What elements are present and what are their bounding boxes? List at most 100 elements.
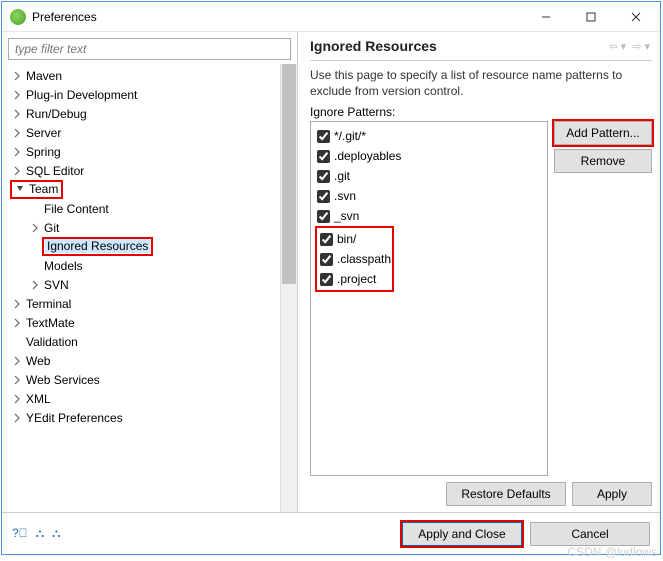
chevron-right-icon[interactable] (10, 413, 24, 423)
highlight-box: Ignored Resources (42, 237, 153, 256)
chevron-right-icon[interactable] (28, 223, 42, 233)
chevron-right-icon[interactable] (28, 280, 42, 290)
pattern-checkbox[interactable] (317, 130, 330, 143)
tree-item-sql-editor[interactable]: SQL Editor (6, 161, 297, 180)
tree-item-ignored-resources[interactable]: Ignored Resources (6, 237, 297, 256)
tree-scrollbar[interactable] (280, 64, 297, 512)
pattern-checkbox[interactable] (317, 190, 330, 203)
tree-item-label: File Content (42, 202, 111, 216)
close-button[interactable] (613, 3, 658, 31)
pattern-checkbox[interactable] (320, 253, 333, 266)
pattern-item[interactable]: .git (315, 166, 543, 186)
tree-item-terminal[interactable]: Terminal (6, 294, 297, 313)
tree-item-label: TextMate (24, 316, 77, 330)
tree-item-maven[interactable]: Maven (6, 66, 297, 85)
forward-icon[interactable]: ⇨ ▾ (630, 40, 652, 53)
patterns-listbox[interactable]: */.git/*.deployables .git .svn _svn bin/ .cla… (310, 121, 548, 476)
tree-item-label: Plug-in Development (24, 88, 139, 102)
tree-item-team[interactable]: Team (6, 180, 297, 199)
right-pane: Ignored Resources ⇦ ▾ ⇨ ▾ Use this page … (298, 32, 660, 512)
tree-item-label: Validation (24, 335, 80, 349)
tree-item-label: SVN (42, 278, 71, 292)
pattern-label: _svn (334, 209, 359, 223)
tree-item-label: Web (24, 354, 52, 368)
tree-item-git[interactable]: Git (6, 218, 297, 237)
import-icon[interactable]: ⛬ (36, 526, 44, 541)
tree-item-label: YEdit Preferences (24, 411, 125, 425)
chevron-right-icon[interactable] (10, 299, 24, 309)
tree-item-run-debug[interactable]: Run/Debug (6, 104, 297, 123)
pattern-item[interactable]: */.git/* (315, 126, 543, 146)
chevron-right-icon[interactable] (10, 394, 24, 404)
tree-item-label: Spring (24, 145, 63, 159)
chevron-right-icon[interactable] (10, 128, 24, 138)
help-icon[interactable]: ?⃝ (12, 526, 28, 541)
chevron-down-icon[interactable] (13, 183, 27, 193)
pattern-item[interactable]: .deployables (315, 146, 543, 166)
pattern-label: bin/ (337, 232, 356, 246)
tree-item-label: Server (24, 126, 63, 140)
tree-item-label: Web Services (24, 373, 102, 387)
chevron-right-icon[interactable] (10, 90, 24, 100)
maximize-button[interactable] (568, 3, 613, 31)
pattern-item[interactable]: .project (318, 269, 391, 289)
cancel-button[interactable]: Cancel (530, 522, 650, 546)
tree-item-svn[interactable]: SVN (6, 275, 297, 294)
tree-item-yedit-preferences[interactable]: YEdit Preferences (6, 408, 297, 427)
tree-item-web[interactable]: Web (6, 351, 297, 370)
tree-item-label: Run/Debug (24, 107, 89, 121)
pattern-item[interactable]: bin/ (318, 229, 391, 249)
preferences-window: Preferences MavenPlug-in DevelopmentRun/… (1, 1, 661, 555)
filter-input[interactable] (8, 38, 291, 60)
preferences-tree[interactable]: Maven Plug-in Development Run/Debug Server S… (2, 64, 297, 512)
pattern-checkbox[interactable] (317, 210, 330, 223)
chevron-right-icon[interactable] (10, 147, 24, 157)
tree-item-label: SQL Editor (24, 164, 86, 178)
pattern-checkbox[interactable] (317, 150, 330, 163)
remove-button[interactable]: Remove (554, 149, 652, 173)
app-icon (10, 9, 26, 25)
panel-title: Ignored Resources (310, 38, 606, 54)
export-icon[interactable]: ⛬ (52, 526, 60, 541)
dialog-body: Maven Plug-in Development Run/Debug Server S… (2, 32, 660, 512)
pattern-label: .git (334, 169, 350, 183)
panel-description: Use this page to specify a list of resou… (310, 67, 652, 99)
chevron-right-icon[interactable] (10, 109, 24, 119)
pattern-item[interactable]: .classpath (318, 249, 391, 269)
pattern-checkbox[interactable] (317, 170, 330, 183)
tree-item-label: Models (42, 259, 85, 273)
chevron-right-icon[interactable] (10, 375, 24, 385)
tree-item-server[interactable]: Server (6, 123, 297, 142)
tree-item-spring[interactable]: Spring (6, 142, 297, 161)
minimize-button[interactable] (523, 3, 568, 31)
pattern-item[interactable]: _svn (315, 206, 543, 226)
chevron-right-icon[interactable] (10, 166, 24, 176)
footer-icons: ?⃝ ⛬ ⛬ (12, 526, 61, 541)
pattern-item[interactable]: .svn (315, 186, 543, 206)
left-pane: Maven Plug-in Development Run/Debug Server S… (2, 32, 298, 512)
tree-item-label: Team (27, 182, 60, 196)
apply-button[interactable]: Apply (572, 482, 652, 506)
tree-item-plug-in-development[interactable]: Plug-in Development (6, 85, 297, 104)
tree-item-textmate[interactable]: TextMate (6, 313, 297, 332)
tree-item-file-content[interactable]: File Content (6, 199, 297, 218)
scrollbar-thumb[interactable] (282, 64, 296, 284)
tree-item-label: Git (42, 221, 61, 235)
add-pattern-button[interactable]: Add Pattern... (554, 121, 652, 145)
pattern-checkbox[interactable] (320, 233, 333, 246)
tree-item-xml[interactable]: XML (6, 389, 297, 408)
nav-arrows: ⇦ ▾ ⇨ ▾ (606, 40, 652, 53)
pattern-label: .project (337, 272, 376, 286)
panel-footer: Restore Defaults Apply (310, 476, 652, 506)
chevron-right-icon[interactable] (10, 356, 24, 366)
chevron-right-icon[interactable] (10, 71, 24, 81)
back-icon[interactable]: ⇦ ▾ (606, 40, 628, 53)
panel-header: Ignored Resources ⇦ ▾ ⇨ ▾ (310, 38, 652, 61)
pattern-checkbox[interactable] (320, 273, 333, 286)
chevron-right-icon[interactable] (10, 318, 24, 328)
tree-item-validation[interactable]: Validation (6, 332, 297, 351)
apply-and-close-button[interactable]: Apply and Close (402, 522, 522, 546)
tree-item-models[interactable]: Models (6, 256, 297, 275)
restore-defaults-button[interactable]: Restore Defaults (446, 482, 566, 506)
tree-item-web-services[interactable]: Web Services (6, 370, 297, 389)
